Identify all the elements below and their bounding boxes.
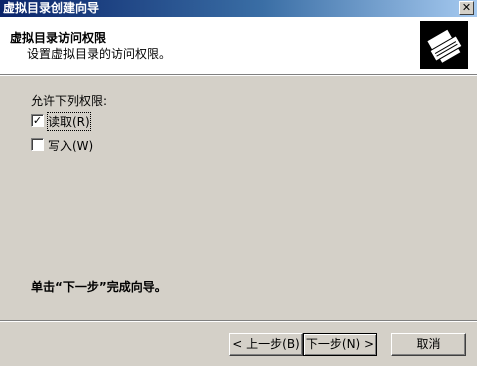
read-checkbox-box[interactable]: ✓ [31, 114, 44, 127]
footer-separator [0, 320, 477, 322]
wizard-header: 虚拟目录访问权限 设置虚拟目录的访问权限。 [0, 17, 477, 74]
permissions-label: 允许下列权限: [31, 94, 108, 108]
write-checkbox-label[interactable]: 写入(W) [48, 137, 93, 154]
wizard-content: 允许下列权限: ✓ 读取(R) 写入(W) 单击“下一步”完成向导。 [0, 76, 477, 320]
read-checkbox-label[interactable]: 读取(R) [47, 112, 91, 131]
title-bar: 虚拟目录创建向导 ✕ [0, 0, 477, 17]
cancel-button[interactable]: 取消 [391, 333, 466, 356]
window-title: 虚拟目录创建向导 [3, 1, 100, 15]
write-checkbox-box[interactable] [31, 138, 44, 151]
header-subtitle: 设置虚拟目录的访问权限。 [27, 47, 172, 61]
finish-instruction: 单击“下一步”完成向导。 [31, 280, 167, 294]
wizard-printer-icon [420, 21, 468, 69]
next-button[interactable]: 下一步(N) > [303, 333, 377, 356]
back-button[interactable]: < 上一步(B) [229, 333, 303, 356]
header-title: 虚拟目录访问权限 [10, 31, 107, 45]
close-button[interactable]: ✕ [459, 1, 474, 15]
